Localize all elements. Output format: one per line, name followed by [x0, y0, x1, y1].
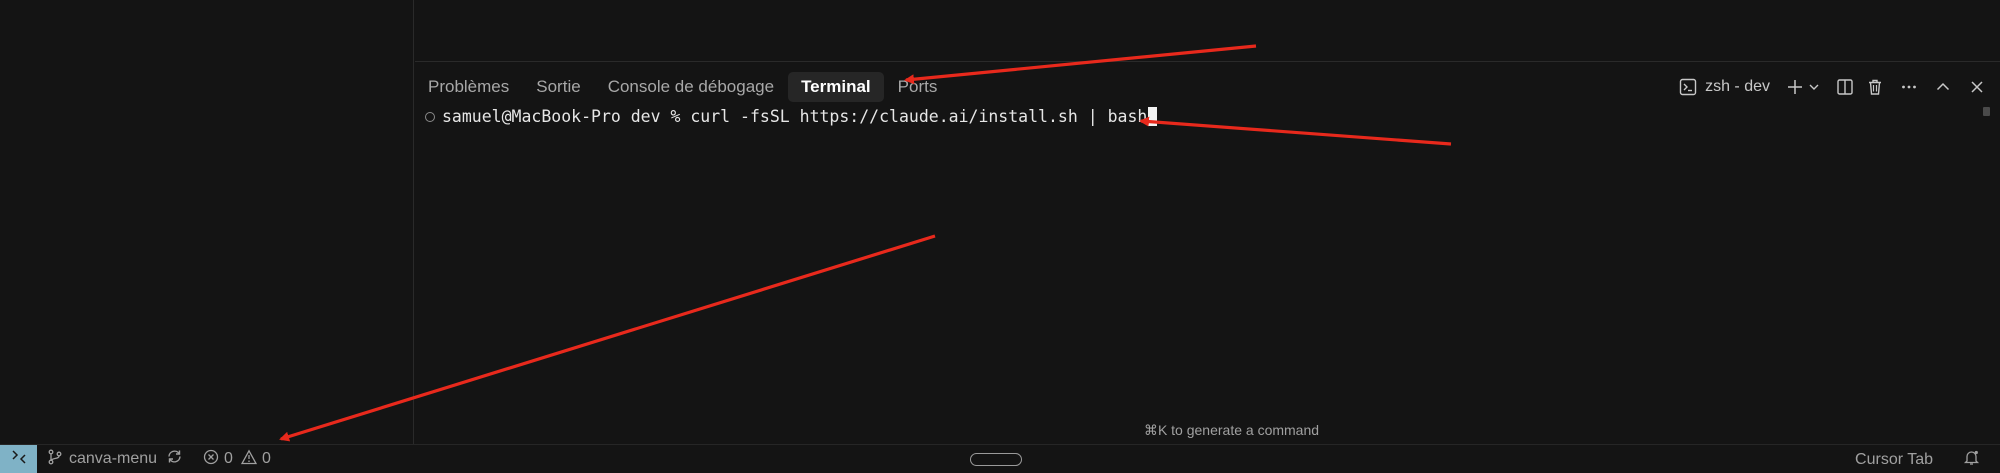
sync-icon	[166, 448, 183, 470]
tab-terminal[interactable]: Terminal	[788, 72, 884, 102]
status-bar: canva-menu 0 0 Cursor Tab	[0, 444, 2000, 473]
panel-tabs: Problèmes Sortie Console de débogage Ter…	[415, 72, 951, 102]
more-actions-button[interactable]	[1900, 78, 1918, 96]
cursor-tab-label[interactable]: Cursor Tab	[1855, 451, 1933, 469]
editor-area	[415, 0, 2000, 62]
remote-button[interactable]	[0, 444, 37, 473]
panel-toolbar: zsh - dev	[1663, 72, 1986, 102]
problems-indicator[interactable]: 0 0	[203, 448, 271, 470]
branch-name: canva-menu	[69, 450, 158, 467]
tab-output[interactable]: Sortie	[523, 72, 593, 102]
text-cursor	[1148, 107, 1158, 126]
left-sidebar-area	[0, 0, 414, 444]
split-terminal-button[interactable]	[1836, 78, 1854, 96]
remote-icon	[10, 448, 28, 471]
terminal-icon	[1679, 78, 1697, 96]
chevron-down-icon	[1808, 81, 1820, 93]
command-status-circle-icon	[425, 111, 435, 122]
terminal-command: curl -fsSL https://claude.ai/install.sh …	[690, 107, 1148, 126]
status-bar-right: Cursor Tab	[1855, 445, 1980, 473]
kill-terminal-button[interactable]	[1866, 78, 1884, 96]
warning-count: 0	[261, 450, 271, 467]
plus-icon	[1786, 78, 1804, 96]
close-panel-button[interactable]	[1968, 78, 1986, 96]
close-icon	[1968, 78, 1986, 96]
git-branch-icon	[47, 449, 63, 470]
split-icon	[1836, 78, 1854, 96]
tab-problems[interactable]: Problèmes	[415, 72, 522, 102]
error-count: 0	[224, 450, 233, 467]
branch-indicator[interactable]: canva-menu	[47, 449, 157, 470]
notification-bell-icon[interactable]	[1963, 449, 1980, 471]
scrollbar-marker[interactable]	[1983, 107, 1990, 116]
maximize-panel-button[interactable]	[1934, 78, 1952, 96]
chevron-up-icon	[1934, 78, 1952, 96]
sync-button[interactable]	[166, 448, 183, 470]
center-pill-indicator[interactable]	[970, 453, 1022, 466]
tab-ports[interactable]: Ports	[885, 72, 951, 102]
generate-command-hint: ⌘K to generate a command	[1143, 422, 1320, 438]
tab-debug-console[interactable]: Console de débogage	[595, 72, 787, 102]
terminal-command-line[interactable]: samuel@MacBook-Pro dev % curl -fsSL http…	[425, 107, 1158, 126]
more-icon	[1900, 78, 1918, 96]
terminal-prompt: samuel@MacBook-Pro dev %	[442, 107, 691, 126]
warning-icon	[240, 448, 258, 470]
new-terminal-button[interactable]	[1786, 78, 1820, 96]
error-icon	[203, 449, 219, 470]
trash-icon	[1866, 78, 1884, 96]
terminal-selector[interactable]: zsh - dev	[1679, 78, 1770, 96]
bottom-panel: Problèmes Sortie Console de débogage Ter…	[415, 62, 2000, 444]
terminal-name-label: zsh - dev	[1705, 78, 1770, 95]
